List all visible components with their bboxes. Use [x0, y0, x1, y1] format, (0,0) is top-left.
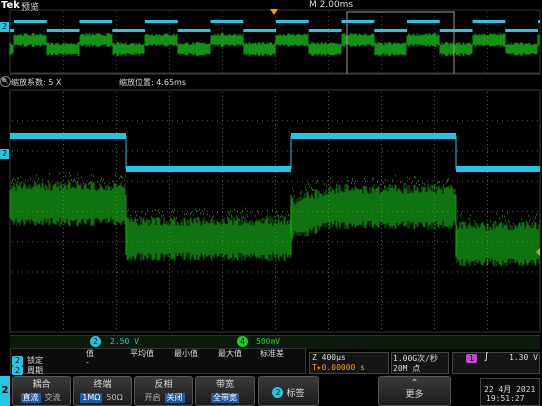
zoom-factor[interactable]: 缩放系数: 5 X [11, 77, 61, 88]
bandwidth-label: 带宽 [215, 380, 234, 390]
brand-logo: Tek [1, 0, 20, 11]
termination-button[interactable]: 终端 1MΩ 50Ω [73, 376, 132, 406]
timebase-readout[interactable]: M 2.00ms [309, 0, 353, 10]
trigger-position-label: T [271, 0, 276, 7]
termination-50-option[interactable]: 50Ω [104, 393, 124, 403]
coupling-button[interactable]: 耦合 直流 交流 [12, 376, 71, 406]
ch2-badge[interactable]: 2 [90, 336, 101, 347]
measure-period-badge: 2 [12, 366, 23, 375]
label-channel-badge: 2 [272, 387, 284, 398]
more-label: 更多 [405, 390, 424, 400]
trigger-source-badge: 1 [466, 354, 477, 363]
measure-lock-badge: 2 [12, 356, 23, 366]
ch4-badge[interactable]: 4 [237, 336, 248, 347]
ch4-scale[interactable]: 500mV [256, 337, 280, 346]
trigger-position: T▸0.00000 s [312, 363, 365, 372]
measure-col-max: 最大值 [218, 349, 242, 358]
invert-label: 反相 [154, 380, 173, 390]
measure-value-cell: - [86, 358, 89, 367]
measure-col-stddev: 标准差 [260, 349, 284, 358]
label-button[interactable]: 2 标签 [258, 376, 319, 406]
coupling-ac-option[interactable]: 交流 [43, 393, 63, 403]
invert-off-option[interactable]: 关闭 [164, 393, 185, 403]
coupling-dc-option[interactable]: 直流 [20, 393, 41, 403]
more-button[interactable]: ⌃ 更多 [378, 376, 451, 406]
label-button-text: 标签 [286, 389, 305, 399]
ch2-scale[interactable]: 2.50 V [110, 337, 139, 346]
coupling-label: 耦合 [32, 380, 51, 390]
acquisition-mode: 预览 [21, 3, 40, 13]
trigger-level: 1.30 V [509, 353, 538, 362]
zoom-scale: Z 400µs [312, 353, 346, 362]
bandwidth-button[interactable]: 带宽 全带宽 [195, 376, 255, 406]
overview-ch2-marker[interactable]: 2 [0, 22, 9, 32]
termination-1m-option[interactable]: 1MΩ [80, 393, 103, 403]
trigger-slope-icon: ∫ [484, 352, 489, 362]
measure-col-min: 最小值 [174, 349, 198, 358]
record-length: 20M 点 [393, 364, 421, 373]
bandwidth-value: 全带宽 [211, 393, 239, 403]
invert-on-option[interactable]: 开启 [143, 393, 163, 403]
zoom-position[interactable]: 缩放位置: 4.65ms [119, 77, 186, 88]
chevron-up-icon: ⌃ [410, 378, 419, 389]
menu-channel-tab[interactable]: 2 [0, 376, 10, 406]
time-readout: 19:51:27 [486, 394, 525, 403]
measure-period-label[interactable]: 周期 [27, 365, 43, 376]
termination-label: 终端 [93, 380, 112, 390]
measure-col-mean: 平均值 [130, 349, 154, 358]
zoom-magnifier-icon: 🔍 [0, 76, 11, 87]
invert-button[interactable]: 反相 开启 关闭 [134, 376, 193, 406]
ch2-ground-marker[interactable]: 2 [0, 149, 9, 159]
